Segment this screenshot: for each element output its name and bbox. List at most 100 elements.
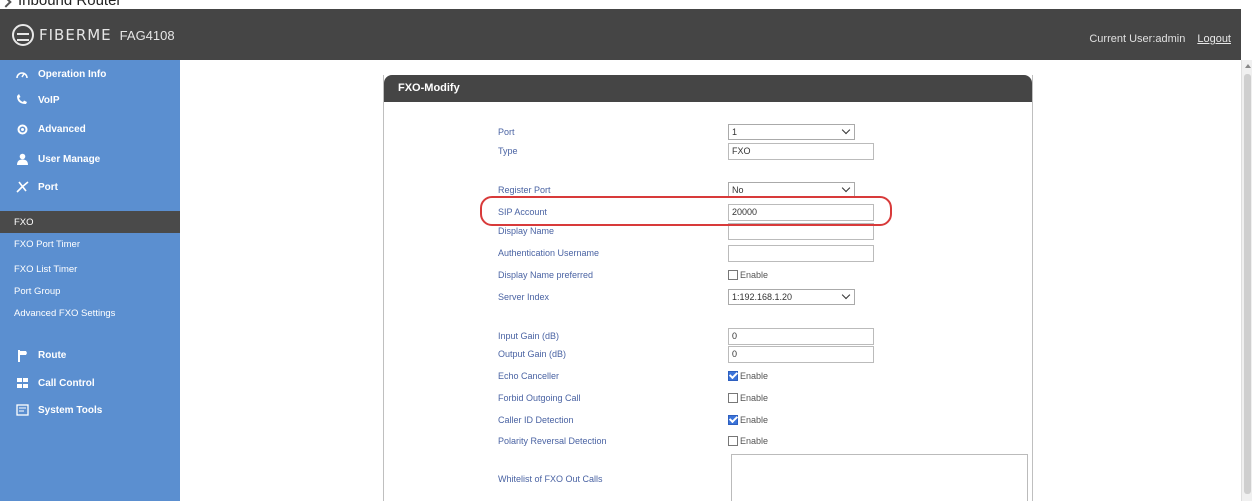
sidebar-item-user-manage[interactable]: User Manage — [0, 145, 180, 173]
display-name-preferred-row: Display Name preferred Enable — [498, 266, 998, 284]
checkbox-label: Enable — [740, 415, 769, 425]
sidebar-subitem-label: FXO — [14, 216, 34, 228]
checkbox-label: Enable — [740, 270, 769, 280]
server-index-value: 1:192.168.1.20 — [732, 292, 793, 302]
sidebar-item-label: VoIP — [38, 94, 60, 106]
sidebar-subitem-port-group[interactable]: Port Group — [0, 280, 180, 302]
sidebar-subitem-advanced-fxo-settings[interactable]: Advanced FXO Settings — [0, 302, 180, 324]
input-gain-row: Input Gain (dB) 0 — [498, 327, 998, 345]
port-icon — [14, 180, 30, 194]
auth-username-label: Authentication Username — [498, 248, 600, 258]
chevron-icon — [0, 0, 12, 8]
output-gain-label: Output Gain (dB) — [498, 349, 567, 359]
checkbox-label: Enable — [740, 371, 769, 381]
sidebar-subitem-label: Advanced FXO Settings — [14, 307, 116, 319]
sidebar-item-voip[interactable]: VoIP — [0, 86, 180, 114]
auth-username-row: Authentication Username — [498, 244, 998, 262]
route-icon — [14, 348, 30, 362]
checkbox-label: Enable — [740, 436, 769, 446]
scroll-thumb[interactable] — [1244, 74, 1251, 494]
sidebar-subitem-label: Port Group — [14, 285, 61, 297]
whitelist-label: Whitelist of FXO Out Calls — [498, 474, 603, 484]
port-row: Port 1 — [498, 123, 998, 141]
display-name-preferred-label: Display Name preferred — [498, 270, 594, 280]
chevron-down-icon — [841, 183, 851, 193]
tools-icon — [14, 403, 30, 417]
sidebar-item-label: System Tools — [38, 404, 103, 416]
polarity-reversal-label: Polarity Reversal Detection — [498, 436, 607, 446]
page-caption: Inbound Router — [0, 0, 200, 8]
sidebar-item-advanced[interactable]: Advanced — [0, 115, 180, 143]
polarity-reversal-checkbox[interactable]: Enable — [728, 436, 768, 446]
register-port-value: No — [732, 185, 744, 195]
checkbox-checked-icon — [728, 415, 738, 425]
sidebar-item-label: Port — [38, 181, 58, 193]
sidebar-item-label: Route — [38, 349, 67, 361]
sidebar-item-label: User Manage — [38, 153, 101, 165]
checkbox-checked-icon — [728, 371, 738, 381]
sidebar-subitem-fxo-port-timer[interactable]: FXO Port Timer — [0, 233, 180, 255]
fxo-modify-panel: FXO-Modify Port 1 Type FXO Register Port… — [383, 75, 1033, 501]
display-name-preferred-checkbox[interactable]: Enable — [728, 270, 768, 280]
type-row: Type FXO — [498, 142, 998, 160]
page-scrollbar[interactable] — [1241, 60, 1252, 501]
auth-username-field[interactable] — [728, 244, 874, 262]
caller-id-detection-checkbox[interactable]: Enable — [728, 415, 768, 425]
logo-text: FIBERME — [39, 26, 112, 44]
device-model: FAG4108 — [119, 27, 175, 43]
type-field: FXO — [728, 142, 874, 160]
sidebar-item-system-tools[interactable]: System Tools — [0, 396, 180, 424]
sidebar-item-port[interactable]: Port — [0, 173, 180, 201]
caller-id-detection-row: Caller ID Detection Enable — [498, 411, 998, 429]
sidebar-subitem-label: FXO Port Timer — [14, 238, 80, 250]
port-label: Port — [498, 127, 515, 137]
forbid-outgoing-checkbox[interactable]: Enable — [728, 393, 768, 403]
server-index-row: Server Index 1:192.168.1.20 — [498, 288, 998, 306]
sidebar-item-label: Operation Info — [38, 68, 107, 80]
chevron-down-icon — [841, 125, 851, 135]
output-gain-field[interactable]: 0 — [728, 345, 874, 363]
server-index-label: Server Index — [498, 292, 550, 302]
chevron-down-icon — [841, 290, 851, 300]
call-control-icon — [14, 376, 30, 390]
polarity-reversal-row: Polarity Reversal Detection Enable — [498, 432, 998, 450]
logo-icon — [12, 24, 34, 46]
sidebar-item-operation-info[interactable]: Operation Info — [0, 60, 180, 88]
user-info: Current User:admin Logout — [1089, 31, 1235, 47]
whitelist-textarea[interactable] — [731, 454, 1028, 501]
register-port-label: Register Port — [498, 185, 551, 195]
panel-title: FXO-Modify — [384, 75, 1032, 102]
caption-text: Inbound Router — [18, 0, 122, 9]
phone-icon — [14, 93, 30, 107]
sidebar-item-label: Advanced — [38, 123, 86, 135]
output-gain-row: Output Gain (dB) 0 — [498, 345, 998, 363]
gear-icon — [14, 122, 30, 136]
port-select[interactable]: 1 — [728, 124, 855, 140]
input-gain-field[interactable]: 0 — [728, 327, 874, 345]
sidebar-subitem-fxo-list-timer[interactable]: FXO List Timer — [0, 258, 180, 280]
gauge-icon — [14, 67, 30, 81]
forbid-outgoing-row: Forbid Outgoing Call Enable — [498, 389, 998, 407]
port-value: 1 — [732, 127, 738, 137]
type-label: Type — [498, 146, 518, 156]
user-icon — [14, 152, 30, 166]
echo-canceller-checkbox[interactable]: Enable — [728, 371, 768, 381]
checkbox-icon — [728, 270, 738, 280]
sidebar: Operation Info VoIP Advanced User Manage… — [0, 60, 180, 501]
brand-logo: FIBERME FAG4108 — [12, 24, 175, 46]
echo-canceller-row: Echo Canceller Enable — [498, 367, 998, 385]
current-user: Current User:admin — [1089, 33, 1186, 45]
caller-id-detection-label: Caller ID Detection — [498, 415, 574, 425]
display-name-label: Display Name — [498, 226, 555, 236]
sidebar-subitem-fxo[interactable]: FXO — [0, 211, 180, 233]
sidebar-item-call-control[interactable]: Call Control — [0, 369, 180, 397]
input-gain-label: Input Gain (dB) — [498, 331, 560, 341]
sidebar-item-route[interactable]: Route — [0, 341, 180, 369]
checkbox-icon — [728, 393, 738, 403]
top-header: FIBERME FAG4108 Current User:admin Logou… — [0, 9, 1241, 60]
checkbox-label: Enable — [740, 393, 769, 403]
logout-link[interactable]: Logout — [1193, 31, 1235, 47]
server-index-select[interactable]: 1:192.168.1.20 — [728, 289, 855, 305]
sidebar-subitem-label: FXO List Timer — [14, 263, 78, 275]
scroll-up-icon — [1245, 64, 1251, 68]
